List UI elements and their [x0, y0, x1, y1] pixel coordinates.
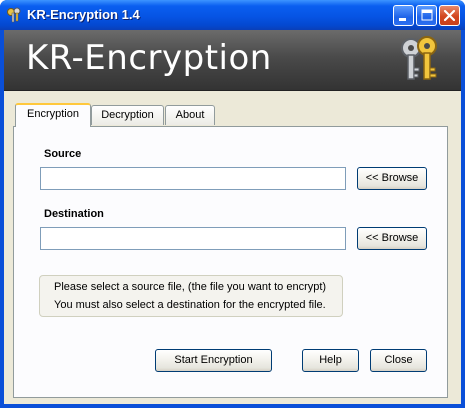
tab-decryption[interactable]: Decryption	[91, 105, 164, 125]
tab-about[interactable]: About	[165, 105, 215, 125]
info-line-2: You must also select a destination for t…	[54, 299, 326, 311]
destination-input[interactable]	[40, 227, 346, 250]
minimize-icon	[399, 18, 406, 21]
keys-icon	[7, 7, 21, 23]
start-encryption-button[interactable]: Start Encryption	[155, 349, 272, 372]
maximize-icon	[421, 9, 433, 21]
client-area: KR-Encryption Encryption Decryption Abou…	[4, 30, 461, 404]
keys-logo-icon	[401, 36, 437, 80]
info-box: Please select a source file, (the file y…	[39, 275, 343, 317]
source-browse-button[interactable]: << Browse	[357, 167, 427, 190]
destination-browse-button[interactable]: << Browse	[357, 227, 427, 250]
app-window: KR-Encryption 1.4 KR-Encryption Encrypti…	[0, 0, 465, 408]
banner-title: KR-Encryption	[26, 38, 272, 78]
title-bar[interactable]: KR-Encryption 1.4	[0, 0, 465, 30]
tab-encryption[interactable]: Encryption	[15, 103, 91, 127]
destination-label: Destination	[44, 208, 104, 220]
close-button[interactable]: Close	[370, 349, 427, 372]
source-input[interactable]	[40, 167, 346, 190]
maximize-button[interactable]	[416, 5, 437, 26]
window-title: KR-Encryption 1.4	[27, 7, 140, 22]
info-line-1: Please select a source file, (the file y…	[54, 281, 327, 293]
encryption-panel: Source << Browse Destination << Browse P…	[13, 126, 448, 398]
close-icon	[443, 9, 456, 22]
minimize-button[interactable]	[393, 5, 414, 26]
banner: KR-Encryption	[4, 30, 461, 91]
source-label: Source	[44, 148, 82, 160]
close-window-button[interactable]	[439, 5, 460, 26]
help-button[interactable]: Help	[302, 349, 359, 372]
